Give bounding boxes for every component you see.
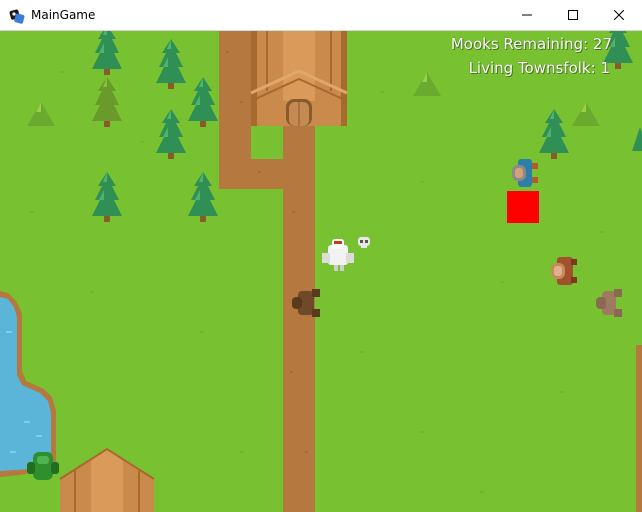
pine-tree bbox=[92, 77, 122, 127]
minimize-icon bbox=[522, 14, 532, 16]
house-bottom bbox=[59, 447, 155, 512]
cliff-edge bbox=[636, 345, 642, 512]
mook-brown-right[interactable] bbox=[596, 289, 622, 317]
pond bbox=[0, 291, 56, 477]
player-white-knight[interactable] bbox=[322, 239, 354, 271]
living-townsfolk-label: Living Townsfolk: 1 bbox=[468, 59, 610, 77]
pine-tree bbox=[156, 109, 186, 159]
pine-tree bbox=[188, 172, 218, 222]
app-icon bbox=[9, 9, 25, 24]
pine-tree bbox=[92, 31, 122, 75]
close-button[interactable] bbox=[596, 0, 642, 30]
window-title: MainGame bbox=[31, 8, 96, 22]
game-viewport[interactable]: Mooks Remaining: 27 Living Townsfolk: 1 bbox=[0, 31, 642, 512]
mooks-remaining-label: Mooks Remaining: 27 bbox=[450, 35, 612, 53]
game-map[interactable] bbox=[0, 31, 642, 512]
minimize-button[interactable] bbox=[504, 0, 550, 30]
pine-tree bbox=[188, 77, 218, 127]
selection-marker[interactable] bbox=[507, 191, 539, 223]
bush bbox=[572, 102, 600, 126]
maximize-button[interactable] bbox=[550, 0, 596, 30]
grass-texture bbox=[30, 71, 604, 493]
skull-icon bbox=[358, 237, 370, 248]
title-bar[interactable]: MainGame bbox=[0, 0, 642, 31]
pine-tree bbox=[92, 172, 122, 222]
bush bbox=[27, 102, 55, 126]
pine-tree bbox=[539, 109, 569, 159]
small-tree bbox=[413, 72, 441, 96]
mook-orange[interactable] bbox=[551, 257, 577, 285]
game-window: MainGame Mooks Remaining: 27 Living Town… bbox=[0, 0, 642, 512]
close-icon bbox=[614, 10, 624, 20]
pine-tree bbox=[156, 39, 186, 89]
house-top bbox=[250, 31, 348, 126]
townsfolk-blue[interactable] bbox=[512, 159, 538, 187]
maximize-icon bbox=[568, 10, 578, 20]
